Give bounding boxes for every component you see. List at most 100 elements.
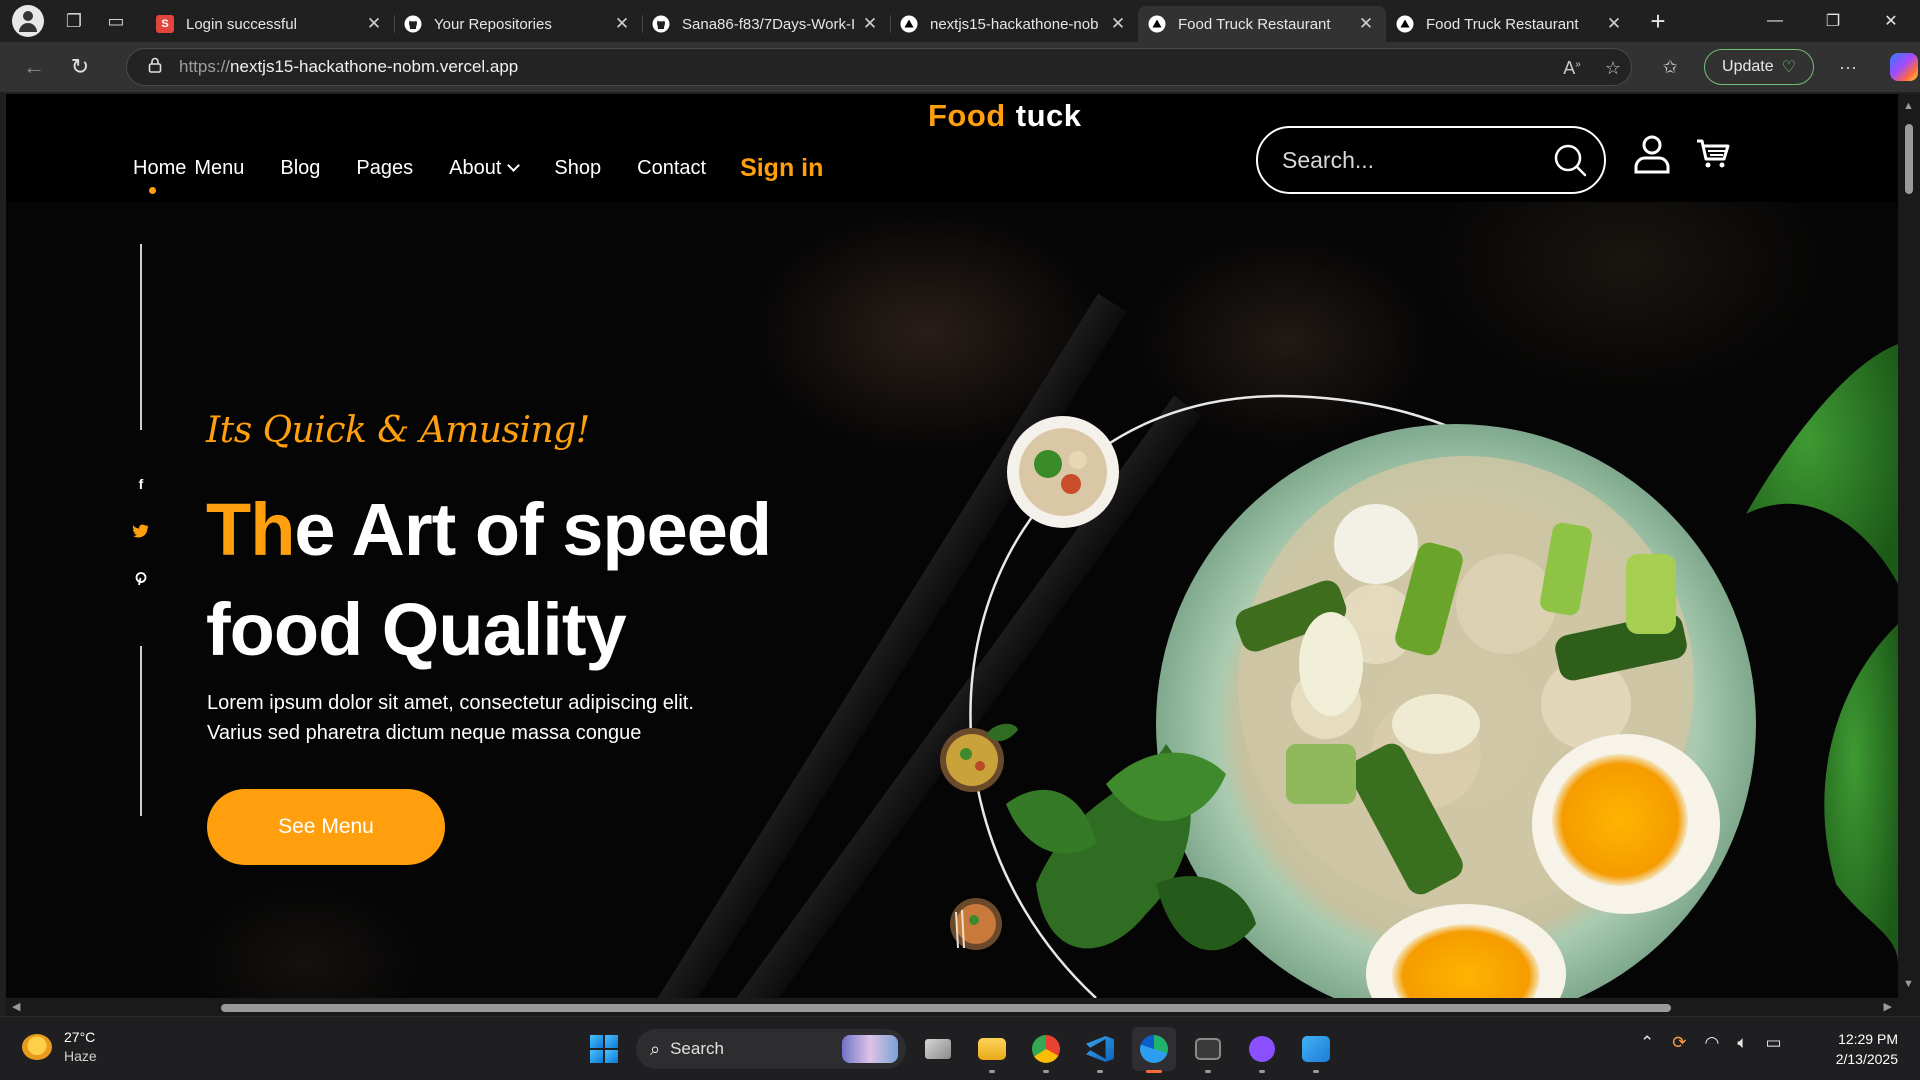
hero-tagline: Its Quick & Amusing!	[206, 410, 590, 451]
dish-thumbnail-rice[interactable]	[940, 723, 1018, 792]
basil-leaf	[1824, 624, 1898, 964]
see-menu-button[interactable]: See Menu	[207, 789, 445, 865]
taskbar-search-label: Search	[670, 1039, 724, 1058]
start-button-icon[interactable]	[582, 1027, 626, 1071]
user-icon[interactable]	[1633, 134, 1671, 174]
chevron-up-icon[interactable]: ⌃	[1640, 1033, 1654, 1053]
scroll-left-icon[interactable]: ◀	[12, 1000, 20, 1013]
github-icon	[404, 15, 422, 33]
tab-food-truck-active[interactable]: Food Truck Restaurant ✕	[1138, 6, 1386, 42]
vertical-scrollbar[interactable]: ▲ ▼	[1898, 94, 1920, 998]
logo-tuck: tuck	[1015, 98, 1082, 133]
nav-home[interactable]: Home	[133, 157, 186, 194]
tab-repositories[interactable]: Your Repositories ✕	[394, 6, 642, 42]
terminal-icon[interactable]	[1186, 1027, 1230, 1073]
profile-avatar[interactable]	[12, 5, 44, 37]
favorite-star-icon[interactable]: ☆	[1605, 58, 1621, 79]
browser-tabbar: ❐ ▭ S Login successful ✕ Your Repositori…	[0, 0, 1920, 42]
tab-title: Food Truck Restaurant	[1426, 15, 1579, 33]
wifi-icon[interactable]: ◠	[1705, 1033, 1720, 1053]
scroll-up-icon[interactable]: ▲	[1903, 100, 1914, 112]
pinterest-icon[interactable]	[132, 572, 150, 590]
vertical-scroll-thumb[interactable]	[1905, 124, 1913, 194]
weather-widget[interactable]: 27°C Haze	[22, 1029, 97, 1064]
vercel-icon	[1396, 15, 1414, 33]
close-window-icon[interactable]: ✕	[1862, 0, 1920, 42]
signin-link[interactable]: Sign in	[740, 154, 823, 183]
basil-leaf	[1746, 344, 1898, 584]
tab-title: Food Truck Restaurant	[1178, 15, 1331, 33]
omnibox-actions: A» ☆	[1563, 49, 1621, 87]
restore-icon[interactable]: ❐	[1804, 0, 1862, 42]
battery-icon[interactable]: ▭	[1766, 1033, 1782, 1053]
scroll-right-icon[interactable]: ▶	[1884, 1000, 1892, 1013]
sync-icon[interactable]: ⟳	[1672, 1033, 1686, 1053]
taskbar-apps: ⌕ Search	[582, 1027, 1338, 1073]
close-tab-icon[interactable]: ✕	[1604, 14, 1624, 34]
minimize-icon[interactable]: —	[1746, 0, 1804, 42]
cart-icon[interactable]	[1696, 138, 1730, 170]
site-logo[interactable]: Food tuck	[928, 98, 1082, 134]
vertical-tabs-icon[interactable]: ▭	[98, 3, 134, 39]
toolbar-right: ✩ Update ♡ ···	[1650, 48, 1918, 86]
chevron-down-icon	[507, 159, 521, 172]
file-explorer-icon[interactable]	[970, 1027, 1014, 1073]
tab-vercel-deploy[interactable]: nextjs15-hackathone-nob ✕	[890, 6, 1138, 42]
nav-contact[interactable]: Contact	[637, 157, 706, 180]
taskbar-clock[interactable]: 12:29 PM 2/13/2025	[1836, 1029, 1898, 1069]
site-search	[1256, 126, 1606, 194]
s-favicon-icon: S	[156, 15, 174, 33]
address-toolbar: ← ↻ https://nextjs15-hackathone-nobm.ver…	[0, 42, 1920, 92]
paint-icon[interactable]	[1294, 1027, 1338, 1073]
dish-thumbnail-bowl[interactable]	[1007, 416, 1119, 528]
nav-blog[interactable]: Blog	[280, 157, 320, 180]
edge-icon[interactable]	[1132, 1027, 1176, 1073]
search-icon[interactable]	[1552, 142, 1588, 178]
copilot-icon[interactable]	[1890, 53, 1918, 81]
nav-about[interactable]: About	[449, 157, 521, 180]
url-text[interactable]: https://nextjs15-hackathone-nobm.vercel.…	[179, 57, 518, 77]
vercel-icon	[1148, 15, 1166, 33]
search-input[interactable]	[1282, 146, 1552, 174]
nav-shop[interactable]: Shop	[554, 157, 601, 180]
update-button[interactable]: Update ♡	[1704, 49, 1814, 85]
dish-thumbnail-noodles[interactable]	[950, 898, 1002, 950]
twitter-icon[interactable]	[132, 524, 150, 542]
taskbar-search[interactable]: ⌕ Search	[636, 1029, 906, 1069]
scroll-down-icon[interactable]: ▼	[1903, 978, 1914, 990]
close-tab-icon[interactable]: ✕	[1108, 14, 1128, 34]
tab-title: Your Repositories	[434, 15, 552, 33]
url-scheme: https://	[179, 57, 231, 76]
horizontal-scroll-thumb[interactable]	[221, 1004, 1671, 1012]
chrome-icon[interactable]	[1024, 1027, 1068, 1073]
facebook-icon[interactable]: f	[132, 476, 150, 494]
horizontal-scrollbar[interactable]: ◀ ▶	[6, 998, 1898, 1016]
close-tab-icon[interactable]: ✕	[860, 14, 880, 34]
headline-accent: Th	[206, 488, 295, 571]
new-tab-button[interactable]: +	[1636, 6, 1680, 37]
github-desktop-icon[interactable]	[1240, 1027, 1284, 1073]
nav-pages[interactable]: Pages	[356, 157, 413, 180]
address-bar[interactable]: https://nextjs15-hackathone-nobm.vercel.…	[126, 48, 1632, 86]
lock-icon[interactable]	[135, 57, 175, 77]
workspaces-icon[interactable]: ❐	[56, 3, 92, 39]
task-view-icon[interactable]	[916, 1027, 960, 1071]
reload-button[interactable]: ↻	[58, 47, 102, 87]
tab-github-repo[interactable]: Sana86-f83/7Days-Work-I ✕	[642, 6, 890, 42]
vscode-icon[interactable]	[1078, 1027, 1122, 1073]
url-host: nextjs15-hackathone-nobm.vercel.app	[230, 57, 519, 76]
close-tab-icon[interactable]: ✕	[1356, 14, 1376, 34]
close-tab-icon[interactable]: ✕	[364, 14, 384, 34]
nav-menu[interactable]: Menu	[194, 157, 244, 180]
more-options-icon[interactable]: ···	[1828, 57, 1868, 78]
read-aloud-icon[interactable]: A»	[1563, 58, 1581, 79]
back-button[interactable]: ←	[12, 47, 56, 87]
tab-login[interactable]: S Login successful ✕	[146, 6, 394, 42]
cabbage-piece	[1334, 504, 1418, 584]
close-tab-icon[interactable]: ✕	[612, 14, 632, 34]
favorites-icon[interactable]: ✩	[1650, 57, 1690, 78]
github-icon	[652, 15, 670, 33]
volume-icon[interactable]: 🔈︎	[1737, 1033, 1747, 1053]
tab-food-truck[interactable]: Food Truck Restaurant ✕	[1386, 6, 1634, 42]
tab-title: nextjs15-hackathone-nob	[930, 15, 1099, 33]
